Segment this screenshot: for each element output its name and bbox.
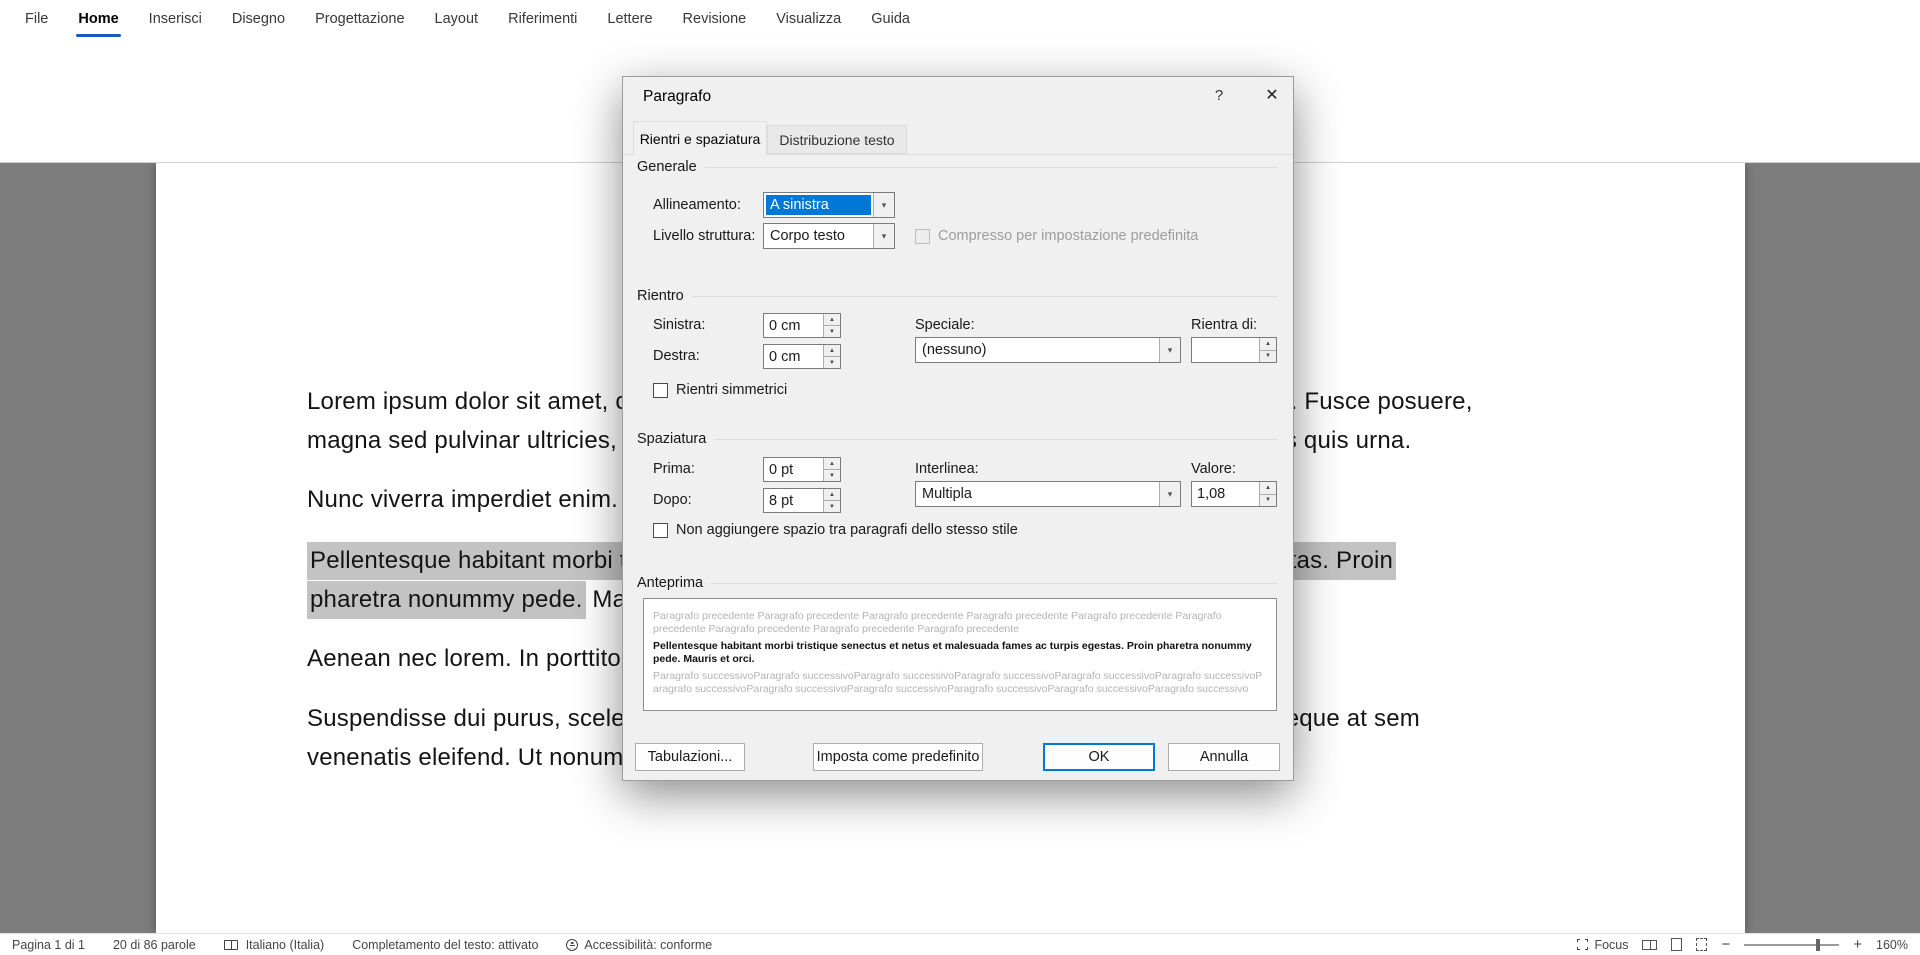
indent-by-input[interactable]: ▲▼ [1191,337,1277,363]
zoom-out-icon[interactable]: − [1721,936,1730,953]
special-select[interactable]: (nessuno) [915,337,1181,363]
alignment-label: Allineamento: [653,197,741,213]
alignment-select[interactable]: A sinistra [763,192,895,218]
spacing-after-input[interactable]: 8 pt ▲▼ [763,488,841,513]
section-indent: Rientro [637,288,1277,304]
section-preview: Anteprima [637,575,1277,591]
spin-up-icon[interactable]: ▲ [824,489,840,501]
spacing-at-input[interactable]: 1,08 ▲▼ [1191,481,1277,507]
document-line[interactable]: venenatis eleifend. Ut nonummy. [307,742,661,773]
app-tab-bar: File Home Inserisci Disegno Progettazion… [0,0,1920,37]
spacing-after-label: Dopo: [653,492,692,508]
print-layout-icon[interactable] [1671,938,1682,951]
checkbox-box [915,229,930,244]
tabs-button[interactable]: Tabulazioni... [635,743,745,771]
no-space-same-style-checkbox[interactable]: Non aggiungere spazio tra paragrafi dell… [653,522,1018,538]
chevron-down-icon[interactable] [873,193,894,217]
proofing-icon[interactable] [224,940,238,950]
dialog-tab-line-page-breaks[interactable]: Distribuzione testo [767,125,907,154]
status-bar: Pagina 1 di 1 20 di 86 parole Italiano (… [0,933,1920,955]
ok-button[interactable]: OK [1043,743,1155,771]
cancel-button[interactable]: Annulla [1168,743,1280,771]
paragraph-dialog: Paragrafo ? ✕ Rientri e spaziatura Distr… [622,76,1294,781]
language-indicator[interactable]: Italiano (Italia) [246,938,325,952]
indent-by-label: Rientra di: [1191,317,1257,333]
spin-up-icon[interactable]: ▲ [824,314,840,326]
focus-mode-button[interactable]: Focus [1577,938,1628,952]
tab-disegno[interactable]: Disegno [217,0,300,37]
special-label: Speciale: [915,317,975,333]
page-indicator[interactable]: Pagina 1 di 1 [12,938,85,952]
spin-up-icon[interactable]: ▲ [824,458,840,470]
outline-level-label: Livello struttura: [653,228,755,244]
web-layout-icon[interactable] [1696,938,1707,951]
spin-down-icon[interactable]: ▼ [824,470,840,481]
chevron-down-icon[interactable] [1159,482,1180,506]
tab-riferimenti[interactable]: Riferimenti [493,0,592,37]
line-spacing-select[interactable]: Multipla [915,481,1181,507]
checkbox-box[interactable] [653,383,668,398]
spin-down-icon[interactable]: ▼ [824,326,840,337]
help-icon[interactable]: ? [1208,87,1230,104]
indent-right-input[interactable]: 0 cm ▲▼ [763,344,841,369]
section-general: Generale [637,159,1277,175]
dialog-title: Paragrafo [643,88,711,106]
spin-up-icon[interactable]: ▲ [1260,482,1276,495]
tab-revisione[interactable]: Revisione [668,0,762,37]
dialog-tab-indents-spacing[interactable]: Rientri e spaziatura [633,121,767,155]
spin-down-icon[interactable]: ▼ [824,357,840,368]
text-completion-indicator[interactable]: Completamento del testo: attivato [352,938,538,952]
mirror-indents-checkbox[interactable]: Rientri simmetrici [653,382,787,398]
chevron-down-icon[interactable] [1159,338,1180,362]
indent-left-label: Sinistra: [653,317,705,333]
preview-current-text: Pellentesque habitant morbi tristique se… [653,640,1267,666]
spin-down-icon[interactable]: ▼ [1260,351,1276,363]
line-spacing-label: Interlinea: [915,461,979,477]
outline-level-select[interactable]: Corpo testo [763,223,895,249]
indent-right-label: Destra: [653,348,700,364]
tab-visualizza[interactable]: Visualizza [761,0,856,37]
tab-guida[interactable]: Guida [856,0,925,37]
indent-left-input[interactable]: 0 cm ▲▼ [763,313,841,338]
tab-file[interactable]: File [10,0,63,37]
read-mode-icon[interactable] [1642,940,1657,950]
spacing-before-label: Prima: [653,461,695,477]
tab-lettere[interactable]: Lettere [592,0,667,37]
spacing-at-label: Valore: [1191,461,1236,477]
paragraph-preview: Paragrafo precedente Paragrafo precedent… [643,598,1277,711]
spin-up-icon[interactable]: ▲ [824,345,840,357]
collapsed-by-default-checkbox: Compresso per impostazione predefinita [915,228,1198,244]
zoom-level[interactable]: 160% [1876,938,1908,952]
preview-after-text: Paragrafo successivoParagrafo successivo… [653,670,1267,696]
accessibility-icon [566,939,578,951]
checkbox-box[interactable] [653,523,668,538]
spacing-before-input[interactable]: 0 pt ▲▼ [763,457,841,482]
tab-home[interactable]: Home [63,0,133,37]
close-icon[interactable]: ✕ [1257,85,1287,105]
zoom-slider-thumb[interactable] [1816,939,1820,951]
set-as-default-button[interactable]: Imposta come predefinito [813,743,983,771]
tab-layout[interactable]: Layout [420,0,494,37]
spin-down-icon[interactable]: ▼ [824,501,840,512]
spin-down-icon[interactable]: ▼ [1260,495,1276,507]
chevron-down-icon[interactable] [873,224,894,248]
tab-progettazione[interactable]: Progettazione [300,0,419,37]
zoom-slider[interactable] [1744,944,1839,946]
focus-icon [1577,939,1588,950]
zoom-in-icon[interactable]: + [1853,936,1862,953]
tab-inserisci[interactable]: Inserisci [134,0,217,37]
accessibility-indicator[interactable]: Accessibilità: conforme [566,938,712,952]
spin-up-icon[interactable]: ▲ [1260,338,1276,351]
preview-before-text: Paragrafo precedente Paragrafo precedent… [653,610,1267,636]
section-spacing: Spaziatura [637,431,1277,447]
word-count[interactable]: 20 di 86 parole [113,938,196,952]
